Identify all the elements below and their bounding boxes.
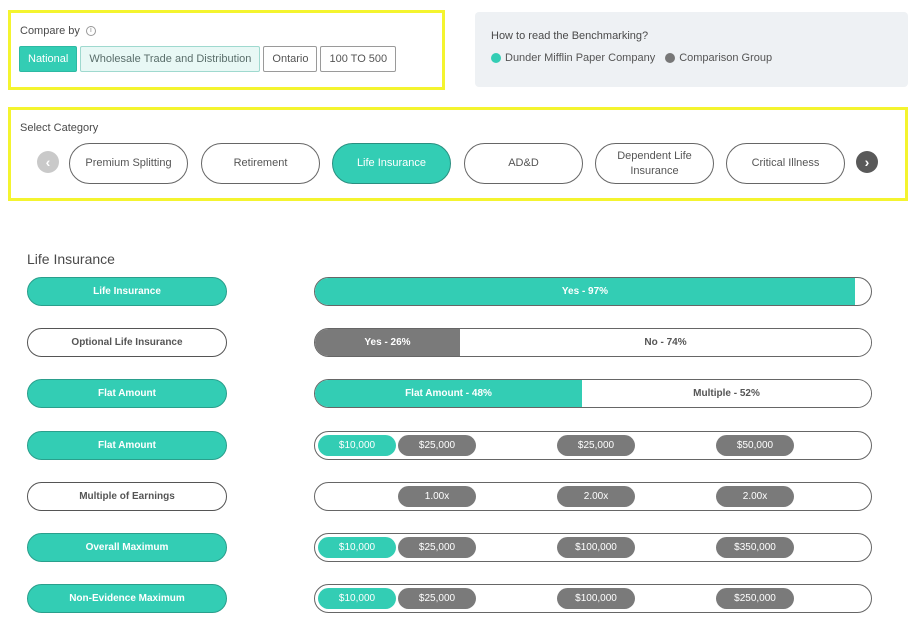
comparison-value-pill: $50,000 — [716, 435, 794, 456]
compare-by-panel: Compare by i National Wholesale Trade an… — [8, 10, 445, 90]
row-label-flat-amount: Flat Amount — [27, 379, 227, 408]
chevron-left-icon[interactable]: ‹ — [37, 151, 59, 173]
legend-comparison: Comparison Group — [679, 52, 773, 64]
comparison-value-pill: $25,000 — [398, 537, 476, 558]
category-retirement[interactable]: Retirement — [201, 143, 320, 184]
bar-segment-yes: Yes - 26% — [315, 329, 460, 356]
benchmark-range: $10,000 $25,000 $100,000 $250,000 — [314, 584, 872, 613]
benchmark-bar: Yes - 97% — [314, 277, 872, 306]
how-to-read-panel: How to read the Benchmarking? Dunder Mif… — [475, 12, 908, 87]
category-life-insurance[interactable]: Life Insurance — [332, 143, 451, 184]
comparison-value-pill: $25,000 — [398, 588, 476, 609]
bar-segment-yes: Yes - 97% — [315, 278, 855, 305]
chevron-right-icon[interactable]: › — [856, 151, 878, 173]
comparison-value-pill: $250,000 — [716, 588, 794, 609]
comparison-dot-icon — [665, 53, 676, 63]
select-category-title: Select Category — [20, 122, 99, 134]
section-title: Life Insurance — [27, 251, 115, 267]
comparison-value-pill: $100,000 — [557, 588, 635, 609]
comparison-value-pill: $100,000 — [557, 537, 635, 558]
company-value-pill: $10,000 — [318, 537, 396, 558]
company-value-pill: $10,000 — [318, 435, 396, 456]
compare-chip-industry[interactable]: Wholesale Trade and Distribution — [80, 46, 261, 72]
legend-company: Dunder Mifflin Paper Company — [505, 52, 656, 64]
row-label-overall-maximum: Overall Maximum — [27, 533, 227, 562]
comparison-value-pill: 2.00x — [716, 486, 794, 507]
compare-chip-size[interactable]: 100 TO 500 — [320, 46, 397, 72]
benchmark-range: 1.00x 2.00x 2.00x — [314, 482, 872, 511]
how-to-read-title: How to read the Benchmarking? — [491, 30, 649, 42]
category-critical-illness[interactable]: Critical Illness — [726, 143, 845, 184]
row-label-life-insurance: Life Insurance — [27, 277, 227, 306]
benchmark-bar: Flat Amount - 48% Multiple - 52% — [314, 379, 872, 408]
legend: Dunder Mifflin Paper Company Comparison … — [491, 52, 772, 64]
compare-chip-national[interactable]: National — [19, 46, 78, 72]
row-label-optional-life: Optional Life Insurance — [27, 328, 227, 357]
row-label-multiple-of-earnings: Multiple of Earnings — [27, 482, 227, 511]
benchmark-bar: Yes - 26% No - 74% — [314, 328, 872, 357]
category-dependent-life[interactable]: Dependent Life Insurance — [595, 143, 714, 184]
benchmark-range: $10,000 $25,000 $100,000 $350,000 — [314, 533, 872, 562]
category-premium-splitting[interactable]: Premium Splitting — [69, 143, 188, 184]
row-label-non-evidence-maximum: Non-Evidence Maximum — [27, 584, 227, 613]
bar-segment-multiple: Multiple - 52% — [582, 380, 871, 407]
comparison-value-pill: $25,000 — [398, 435, 476, 456]
compare-by-label: Compare by — [20, 25, 80, 37]
compare-by-title: Compare by i — [20, 25, 96, 37]
category-add[interactable]: AD&D — [464, 143, 583, 184]
company-value-pill: $10,000 — [318, 588, 396, 609]
company-dot-icon — [491, 53, 501, 63]
comparison-value-pill: 1.00x — [398, 486, 476, 507]
benchmark-range: $10,000 $25,000 $25,000 $50,000 — [314, 431, 872, 460]
comparison-value-pill: $25,000 — [557, 435, 635, 456]
select-category-panel: Select Category ‹ Premium Splitting Reti… — [8, 107, 908, 201]
compare-chip-province[interactable]: Ontario — [263, 46, 318, 72]
comparison-value-pill: $350,000 — [716, 537, 794, 558]
info-icon[interactable]: i — [85, 26, 96, 36]
comparison-value-pill: 2.00x — [557, 486, 635, 507]
bar-segment-no: No - 74% — [460, 329, 871, 356]
bar-segment-flat: Flat Amount - 48% — [315, 380, 582, 407]
row-label-flat-amount-values: Flat Amount — [27, 431, 227, 460]
